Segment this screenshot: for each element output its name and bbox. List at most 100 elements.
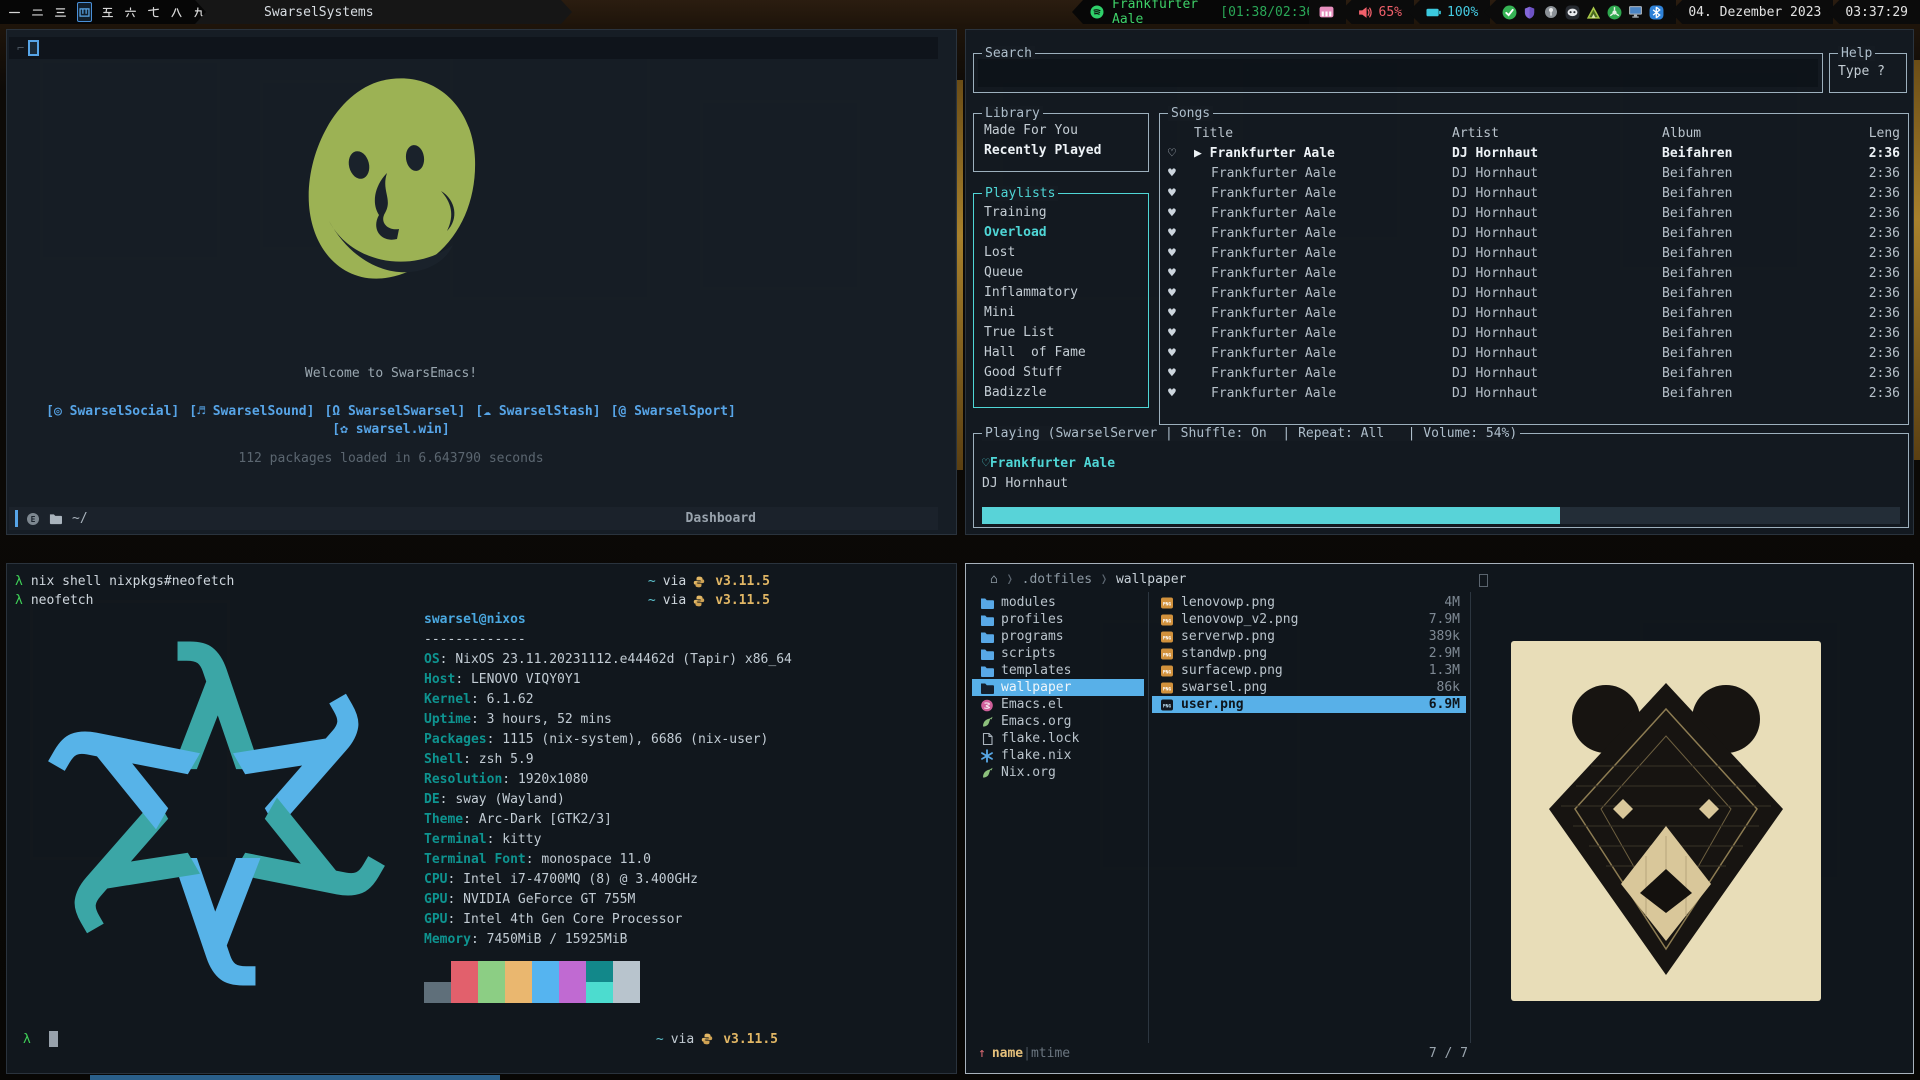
discord-icon[interactable] bbox=[1565, 5, 1580, 20]
col-album[interactable]: Album bbox=[1662, 124, 1844, 144]
dashboard-button[interactable]: [Ω SwarselSwarsel] bbox=[324, 404, 465, 419]
directory-item[interactable]: modules bbox=[972, 594, 1144, 611]
media-player-module[interactable]: Frankfurter Aale [01:38/02:36] bbox=[1072, 0, 1340, 24]
workspace-6[interactable] bbox=[124, 2, 138, 22]
heart-icon[interactable]: ♥ bbox=[1168, 264, 1194, 284]
time-module[interactable]: 03:37:29 bbox=[1827, 0, 1920, 24]
directory-item[interactable]: templates bbox=[972, 662, 1144, 679]
heart-icon[interactable]: ♥ bbox=[1168, 324, 1194, 344]
tent-icon[interactable] bbox=[1586, 5, 1601, 20]
playlist-item[interactable]: Queue bbox=[974, 263, 1148, 283]
heart-icon[interactable]: ♥ bbox=[1168, 184, 1194, 204]
playlist-item[interactable]: Training bbox=[974, 203, 1148, 223]
heart-icon[interactable]: ♥ bbox=[1168, 344, 1194, 364]
song-row[interactable]: ♥ Frankfurter Aale DJ Hornhaut Beifahren… bbox=[1160, 184, 1908, 204]
directory-item[interactable]: flake.nix bbox=[972, 747, 1144, 764]
song-row[interactable]: ♥ Frankfurter Aale DJ Hornhaut Beifahren… bbox=[1160, 384, 1908, 404]
heart-icon[interactable]: ♥ bbox=[1168, 224, 1194, 244]
directory-item[interactable]: profiles bbox=[972, 611, 1144, 628]
directory-item[interactable]: scripts bbox=[972, 645, 1144, 662]
dashboard-link[interactable]: [✿ swarsel.win] bbox=[7, 422, 775, 437]
library-item[interactable]: Made For You bbox=[974, 121, 1148, 141]
playlist-item[interactable]: Inflammatory bbox=[974, 283, 1148, 303]
song-row[interactable]: ♥ Frankfurter Aale DJ Hornhaut Beifahren… bbox=[1160, 344, 1908, 364]
workspace-3[interactable] bbox=[54, 2, 68, 22]
workspace-4[interactable] bbox=[77, 2, 92, 22]
heart-icon[interactable]: ♥ bbox=[1168, 384, 1194, 404]
file-item[interactable]: swarsel.png 86k bbox=[1152, 679, 1466, 696]
song-row[interactable]: ♥ Frankfurter Aale DJ Hornhaut Beifahren… bbox=[1160, 304, 1908, 324]
playlist-item[interactable]: Good Stuff bbox=[974, 363, 1148, 383]
file-item[interactable]: lenovowp.png 4M bbox=[1152, 594, 1466, 611]
col-length[interactable]: Leng bbox=[1844, 124, 1900, 144]
playlist-item[interactable]: True List bbox=[974, 323, 1148, 343]
file-item[interactable]: serverwp.png 389k bbox=[1152, 628, 1466, 645]
shield-icon[interactable] bbox=[1523, 5, 1538, 20]
file-item[interactable]: standwp.png 2.9M bbox=[1152, 645, 1466, 662]
playlist-item[interactable]: Badizzle bbox=[974, 383, 1148, 403]
volume-module[interactable]: 65% bbox=[1340, 0, 1414, 24]
breadcrumb-segment[interactable]: .dotfiles bbox=[1022, 572, 1092, 587]
song-row[interactable]: ♥ Frankfurter Aale DJ Hornhaut Beifahren… bbox=[1160, 364, 1908, 384]
directory-item[interactable]: Emacs.el bbox=[972, 696, 1144, 713]
workspace-2[interactable] bbox=[31, 2, 45, 22]
workspace-1[interactable] bbox=[8, 2, 22, 22]
check-circle-icon[interactable] bbox=[1502, 5, 1517, 20]
directory-item[interactable]: wallpaper bbox=[972, 679, 1144, 696]
heart-icon[interactable]: ♥ bbox=[1168, 164, 1194, 184]
song-row[interactable]: ♥ Frankfurter Aale DJ Hornhaut Beifahren… bbox=[1160, 164, 1908, 184]
col-title[interactable]: Title bbox=[1194, 124, 1452, 144]
dashboard-button[interactable]: [@ SwarselSport] bbox=[611, 404, 736, 419]
playlist-item[interactable]: Overload bbox=[974, 223, 1148, 243]
file-item[interactable]: lenovowp_v2.png 7.9M bbox=[1152, 611, 1466, 628]
keepass-icon[interactable] bbox=[1544, 5, 1559, 20]
sort-alt-mode[interactable]: mtime bbox=[1031, 1046, 1070, 1061]
playlist-item[interactable]: Mini bbox=[974, 303, 1148, 323]
directory-item[interactable]: flake.lock bbox=[972, 730, 1144, 747]
date-module[interactable]: 04. Dezember 2023 bbox=[1670, 0, 1833, 24]
file-item[interactable]: user.png 6.9M bbox=[1152, 696, 1466, 713]
directory-item[interactable]: Emacs.org bbox=[972, 713, 1144, 730]
library-item[interactable]: Recently Played bbox=[974, 141, 1148, 161]
song-row[interactable]: ♥ Frankfurter Aale DJ Hornhaut Beifahren… bbox=[1160, 324, 1908, 344]
heart-icon[interactable]: ♥ bbox=[1168, 204, 1194, 224]
sort-mode[interactable]: name bbox=[992, 1046, 1023, 1061]
neofetch-line: ThemeArc-Dark [GTK2/3] bbox=[424, 810, 954, 830]
col-artist[interactable]: Artist bbox=[1452, 124, 1662, 144]
heart-icon[interactable]: ♥ bbox=[1168, 284, 1194, 304]
song-row[interactable]: ♥ Frankfurter Aale DJ Hornhaut Beifahren… bbox=[1160, 204, 1908, 224]
heart-outline-icon[interactable]: ♡ bbox=[1168, 144, 1194, 164]
home-icon[interactable]: ⌂ bbox=[990, 572, 998, 587]
heart-icon[interactable]: ♥ bbox=[1168, 244, 1194, 264]
dashboard-button[interactable]: [♬ SwarselSound] bbox=[189, 404, 314, 419]
file-item[interactable]: surfacewp.png 1.3M bbox=[1152, 662, 1466, 679]
song-row[interactable]: ♥ Frankfurter Aale DJ Hornhaut Beifahren… bbox=[1160, 224, 1908, 244]
heart-icon[interactable]: ♥ bbox=[1168, 364, 1194, 384]
directory-item[interactable]: Nix.org bbox=[972, 764, 1144, 781]
search-input[interactable] bbox=[978, 59, 1818, 87]
battery-module[interactable]: 100% bbox=[1408, 0, 1490, 24]
heart-icon[interactable]: ♥ bbox=[1168, 304, 1194, 324]
bluetooth-icon[interactable] bbox=[1649, 5, 1664, 20]
song-row[interactable]: ♥ Frankfurter Aale DJ Hornhaut Beifahren… bbox=[1160, 244, 1908, 264]
dashboard-button[interactable]: [◎ SwarselSocial] bbox=[46, 404, 179, 419]
terminal-content[interactable]: λnix shell nixpkgs#neofetch ~viav3.11.5 … bbox=[15, 572, 948, 1065]
breadcrumb-segment-current[interactable]: wallpaper bbox=[1116, 572, 1186, 587]
dashboard-button[interactable]: [☁ SwarselStash] bbox=[475, 404, 600, 419]
song-row[interactable]: ♥ Frankfurter Aale DJ Hornhaut Beifahren… bbox=[1160, 264, 1908, 284]
progress-bar[interactable] bbox=[982, 507, 1900, 524]
song-row[interactable]: ♥ Frankfurter Aale DJ Hornhaut Beifahren… bbox=[1160, 284, 1908, 304]
file-name: wallpaper bbox=[1001, 680, 1071, 695]
workspace-5[interactable] bbox=[101, 2, 115, 22]
monitor-icon[interactable] bbox=[1628, 5, 1643, 20]
wheel-icon[interactable] bbox=[1607, 5, 1622, 20]
song-row-current[interactable]: ♡ ▶ Frankfurter Aale DJ Hornhaut Beifahr… bbox=[1160, 144, 1908, 164]
emacs-tab-bar[interactable]: ⌐ bbox=[9, 37, 938, 59]
song-title: Frankfurter Aale bbox=[1194, 244, 1452, 264]
workspace-7[interactable] bbox=[146, 2, 160, 22]
playlist-item[interactable]: Lost bbox=[974, 243, 1148, 263]
directory-item[interactable]: programs bbox=[972, 628, 1144, 645]
search-box[interactable]: Search bbox=[973, 53, 1823, 93]
playlist-item[interactable]: Hall of Fame bbox=[974, 343, 1148, 363]
workspace-8[interactable] bbox=[169, 2, 183, 22]
